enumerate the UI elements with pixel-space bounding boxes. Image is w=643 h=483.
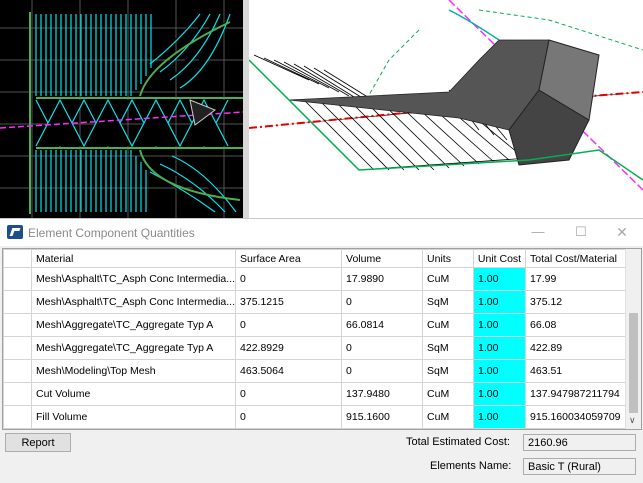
cell-volume[interactable]: 66.0814 — [341, 313, 424, 337]
table-row[interactable]: Mesh\Aggregate\TC_Aggregate Typ A 422.89… — [3, 336, 635, 360]
column-header-material[interactable]: Material — [30, 249, 237, 268]
table-header-row: Material Surface Area Volume Units Unit … — [3, 249, 635, 268]
cell-units[interactable]: SqM — [422, 336, 475, 360]
cell-unit-cost[interactable]: 1.00 — [473, 267, 527, 291]
table-row[interactable]: Mesh\Asphalt\TC_Asph Conc Intermedia... … — [3, 290, 635, 314]
row-selector[interactable] — [3, 336, 32, 360]
cell-total-cost[interactable]: 137.947987211794 — [525, 382, 635, 406]
app-logo-icon — [7, 225, 23, 239]
cell-surface-area[interactable]: 375.1215 — [235, 290, 343, 314]
cell-total-cost[interactable]: 422.89 — [525, 336, 635, 360]
3d-view-viewport[interactable] — [248, 0, 643, 218]
cell-units[interactable]: SqM — [422, 290, 475, 314]
cell-total-cost[interactable]: 17.99 — [525, 267, 635, 291]
column-header-total-cost[interactable]: Total Cost/Material — [525, 249, 635, 268]
row-selector[interactable] — [3, 359, 32, 383]
cell-surface-area[interactable]: 0 — [235, 405, 343, 429]
cell-units[interactable]: CuM — [422, 405, 475, 429]
cell-unit-cost[interactable]: 1.00 — [473, 290, 527, 314]
cell-unit-cost[interactable]: 1.00 — [473, 405, 527, 429]
plan-view-drawing — [0, 0, 244, 218]
cell-total-cost[interactable]: 463.51 — [525, 359, 635, 383]
column-header-surface-area[interactable]: Surface Area — [235, 249, 343, 268]
cell-surface-area[interactable]: 0 — [235, 313, 343, 337]
row-selector-header — [3, 249, 32, 268]
cell-volume[interactable]: 0 — [341, 290, 424, 314]
cell-total-cost[interactable]: 915.160034059709 — [525, 405, 635, 429]
table-row[interactable]: Cut Volume 0 137.9480 CuM 1.00 137.94798… — [3, 382, 635, 406]
cell-surface-area[interactable]: 0 — [235, 382, 343, 406]
row-selector[interactable] — [3, 313, 32, 337]
cell-volume[interactable]: 0 — [341, 336, 424, 360]
cell-volume[interactable]: 137.9480 — [341, 382, 424, 406]
total-estimated-cost-field: 2160.96 — [523, 434, 636, 451]
elements-name-label: Elements Name: — [430, 460, 512, 472]
row-selector[interactable] — [3, 382, 32, 406]
table-row[interactable]: Fill Volume 0 915.1600 CuM 1.00 915.1600… — [3, 405, 635, 429]
scroll-down-arrow-icon[interactable]: ∨ — [629, 415, 636, 426]
cell-unit-cost[interactable]: 1.00 — [473, 359, 527, 383]
cell-material[interactable]: Mesh\Aggregate\TC_Aggregate Typ A — [30, 313, 237, 337]
cell-volume[interactable]: 17.9890 — [341, 267, 424, 291]
cell-material[interactable]: Cut Volume — [30, 382, 237, 406]
row-selector[interactable] — [3, 405, 32, 429]
column-header-volume[interactable]: Volume — [341, 249, 424, 268]
scrollbar-thumb[interactable] — [629, 313, 638, 413]
cell-volume[interactable]: 915.1600 — [341, 405, 424, 429]
cell-unit-cost[interactable]: 1.00 — [473, 382, 527, 406]
cell-material[interactable]: Fill Volume — [30, 405, 237, 429]
cell-material[interactable]: Mesh\Aggregate\TC_Aggregate Typ A — [30, 336, 237, 360]
cell-units[interactable]: CuM — [422, 267, 475, 291]
vertical-scrollbar[interactable]: ∨ — [625, 249, 641, 429]
cell-volume[interactable]: 0 — [341, 359, 424, 383]
column-header-unit-cost[interactable]: Unit Cost — [473, 249, 527, 268]
cell-units[interactable]: SqM — [422, 359, 475, 383]
table-row[interactable]: Mesh\Asphalt\TC_Asph Conc Intermedia... … — [3, 267, 635, 291]
column-header-units[interactable]: Units — [422, 249, 475, 268]
total-estimated-cost-label: Total Estimated Cost: — [406, 436, 510, 448]
cell-material[interactable]: Mesh\Asphalt\TC_Asph Conc Intermedia... — [30, 267, 237, 291]
cell-material[interactable]: Mesh\Modeling\Top Mesh — [30, 359, 237, 383]
cell-unit-cost[interactable]: 1.00 — [473, 313, 527, 337]
element-component-quantities-window: Element Component Quantities — ☐ ✕ Mater… — [0, 218, 643, 483]
table-row[interactable]: Mesh\Modeling\Top Mesh 463.5064 0 SqM 1.… — [3, 359, 635, 383]
cell-total-cost[interactable]: 375.12 — [525, 290, 635, 314]
report-button[interactable]: Report — [5, 433, 71, 452]
close-button[interactable]: ✕ — [607, 222, 637, 242]
cell-units[interactable]: CuM — [422, 313, 475, 337]
quantities-grid[interactable]: Material Surface Area Volume Units Unit … — [2, 248, 642, 430]
cell-surface-area[interactable]: 463.5064 — [235, 359, 343, 383]
maximize-button[interactable]: ☐ — [566, 222, 596, 242]
cell-unit-cost[interactable]: 1.00 — [473, 336, 527, 360]
cell-material[interactable]: Mesh\Asphalt\TC_Asph Conc Intermedia... — [30, 290, 237, 314]
cell-surface-area[interactable]: 0 — [235, 267, 343, 291]
cell-total-cost[interactable]: 66.08 — [525, 313, 635, 337]
cell-surface-area[interactable]: 422.8929 — [235, 336, 343, 360]
table-row[interactable]: Mesh\Aggregate\TC_Aggregate Typ A 0 66.0… — [3, 313, 635, 337]
row-selector[interactable] — [3, 290, 32, 314]
minimize-button[interactable]: — — [523, 222, 553, 242]
plan-view-viewport[interactable] — [0, 0, 244, 218]
quantities-table: Material Surface Area Volume Units Unit … — [3, 249, 635, 429]
row-selector[interactable] — [3, 267, 32, 291]
cell-units[interactable]: CuM — [422, 382, 475, 406]
window-title: Element Component Quantities — [28, 226, 195, 240]
elements-name-field: Basic T (Rural) — [523, 458, 636, 475]
3d-view-drawing — [248, 0, 643, 218]
title-bar[interactable]: Element Component Quantities — ☐ ✕ — [0, 219, 643, 246]
